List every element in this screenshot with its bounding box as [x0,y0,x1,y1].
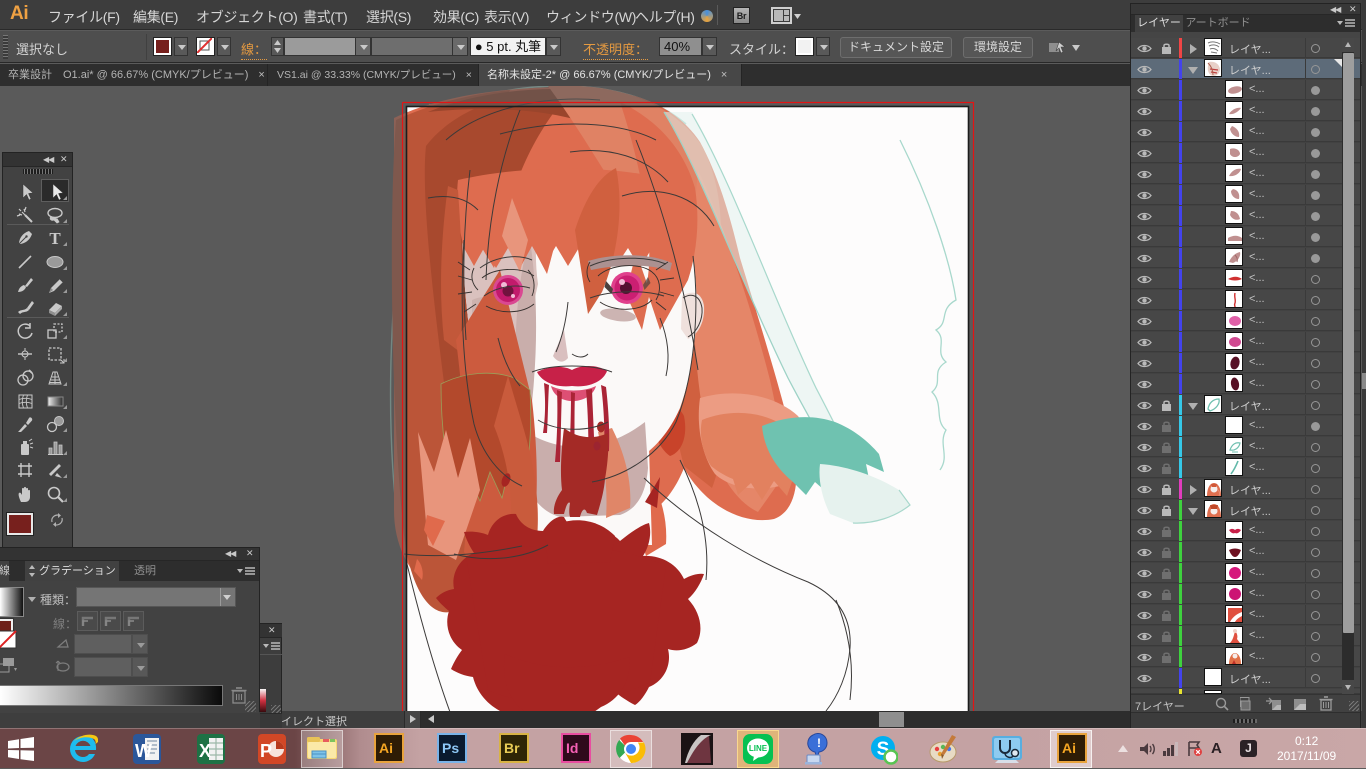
svg-text:T: T [49,229,61,248]
svg-text:X: X [199,741,211,761]
svg-text:W: W [135,741,152,761]
svg-text:P: P [260,741,272,761]
svg-text:LINE: LINE [749,744,768,753]
svg-text:!: ! [817,736,821,750]
